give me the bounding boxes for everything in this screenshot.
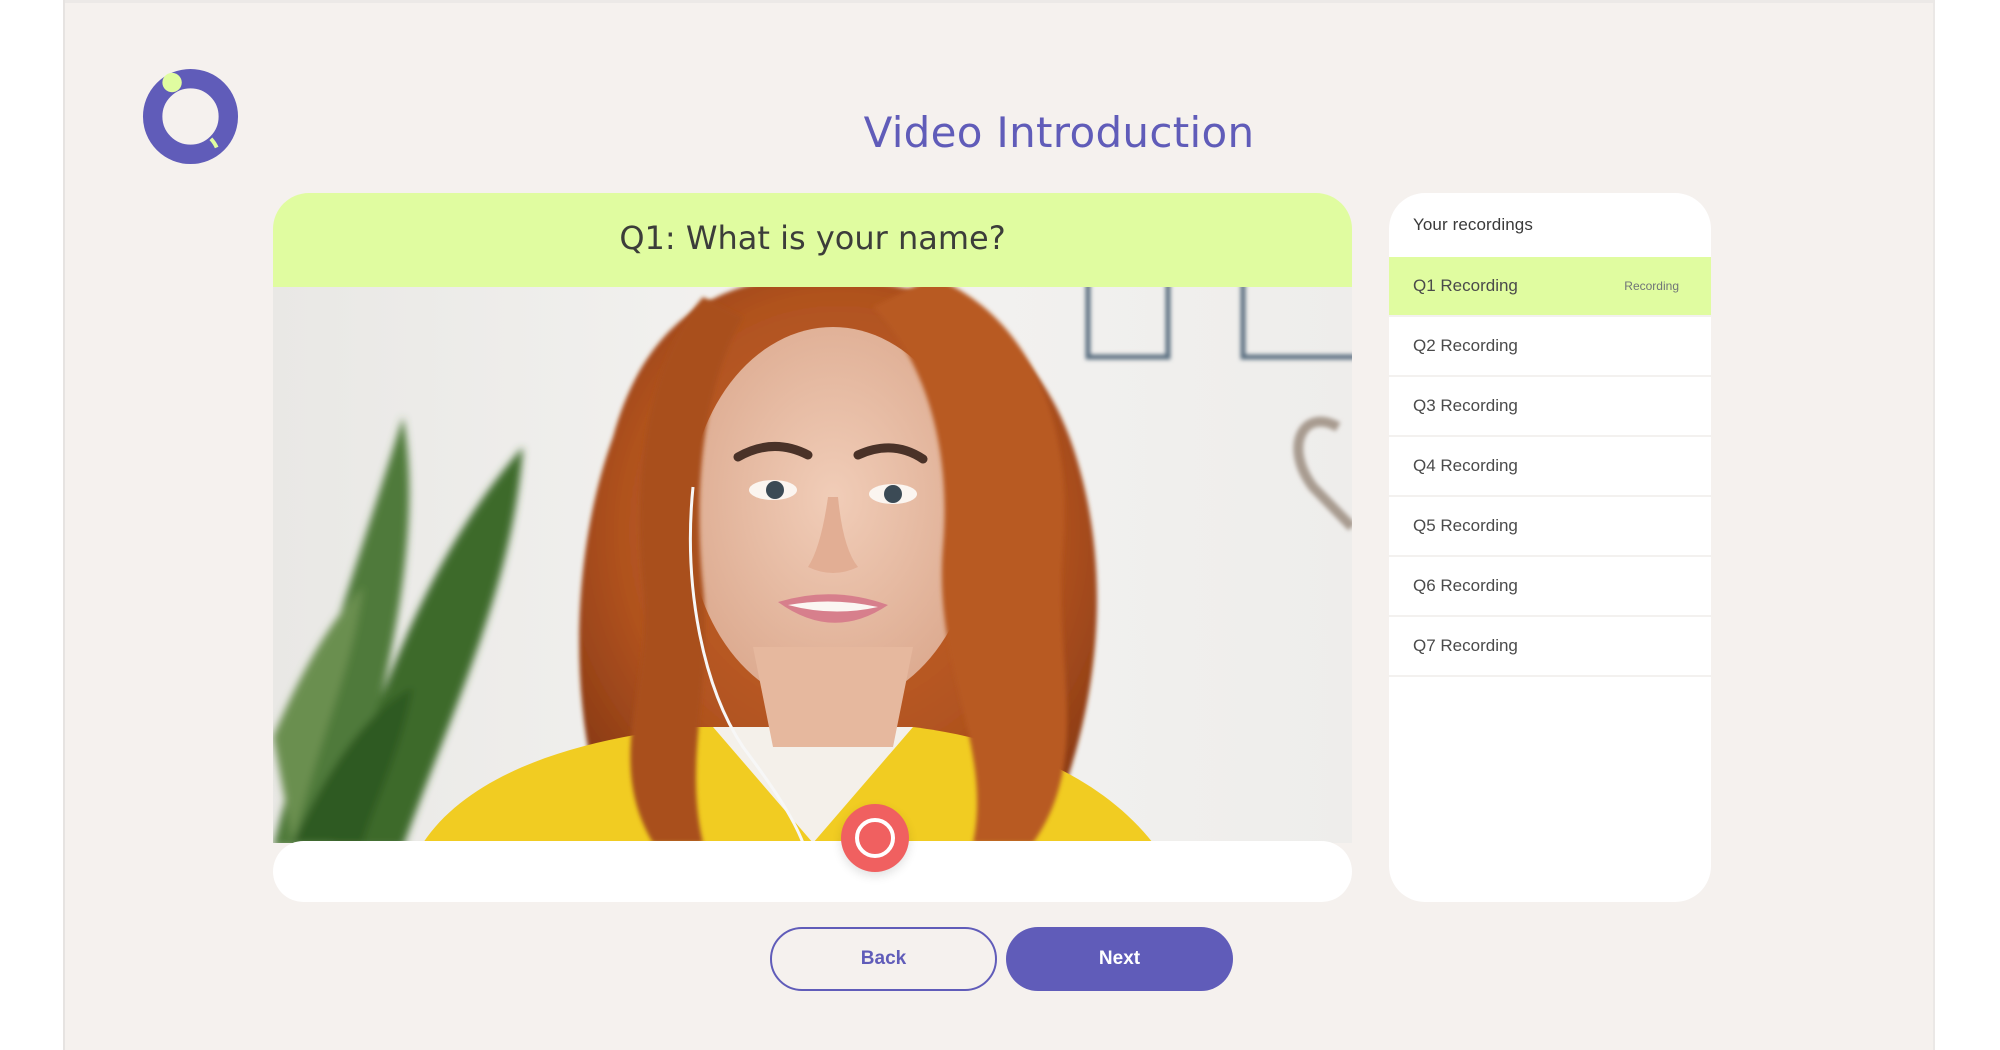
recording-item[interactable]: Q1 Recording Recording: [1389, 257, 1711, 317]
recording-label: Q6 Recording: [1413, 576, 1518, 595]
next-button[interactable]: Next: [1006, 927, 1233, 991]
recordings-list: Q1 Recording Recording Q2 Recording Q3 Reco…: [1389, 257, 1711, 677]
recording-item[interactable]: Q4 Recording: [1389, 437, 1711, 497]
recording-label: Q4 Recording: [1413, 456, 1518, 475]
recording-item[interactable]: Q2 Recording: [1389, 317, 1711, 377]
record-icon: [855, 818, 895, 858]
page-title: Video Introduction: [863, 108, 1255, 157]
record-button[interactable]: [841, 804, 909, 872]
video-controls-bar: [273, 841, 1352, 902]
back-button[interactable]: Back: [770, 927, 997, 991]
recording-status: Recording: [1624, 279, 1679, 293]
recording-label: Q1 Recording: [1413, 276, 1518, 295]
question-banner: Q1: What is your name?: [273, 193, 1352, 287]
recording-item[interactable]: Q5 Recording: [1389, 497, 1711, 557]
recording-label: Q2 Recording: [1413, 336, 1518, 355]
recording-label: Q5 Recording: [1413, 516, 1518, 535]
recording-item[interactable]: Q7 Recording: [1389, 617, 1711, 677]
recording-label: Q7 Recording: [1413, 636, 1518, 655]
top-strip: [65, 0, 1933, 3]
recording-label: Q3 Recording: [1413, 396, 1518, 415]
video-card: Q1: What is your name?: [273, 193, 1352, 902]
recording-item[interactable]: Q6 Recording: [1389, 557, 1711, 617]
recordings-panel: Your recordings Q1 Recording Recording Q2 …: [1389, 193, 1711, 902]
question-text: Q1: What is your name?: [619, 219, 1006, 257]
camera-preview: [273, 287, 1352, 843]
page-background: Video Introduction Q1: What is your name…: [63, 0, 1935, 1050]
recordings-header: Your recordings: [1413, 215, 1533, 234]
recording-item[interactable]: Q3 Recording: [1389, 377, 1711, 437]
